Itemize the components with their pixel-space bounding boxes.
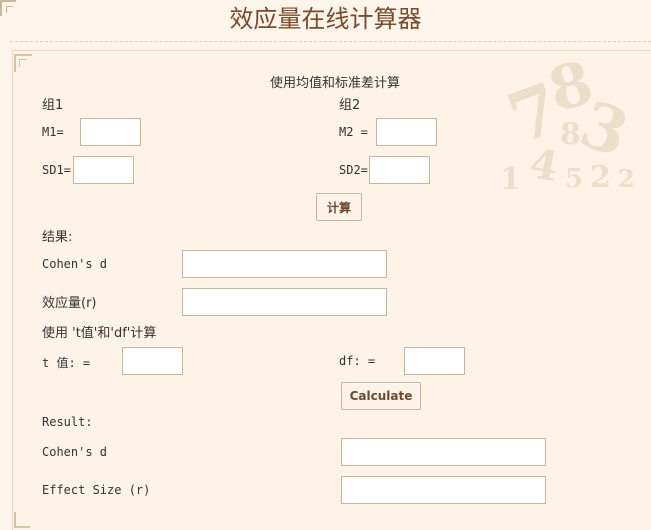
sd2-input[interactable] [369,156,430,184]
section1-heading: 使用均值和标准差计算 [270,76,401,91]
t-value-input[interactable] [122,347,183,375]
t-value-label: t 值: = [42,356,91,370]
panel-corner-ornament [14,54,32,72]
section1-result-label: 结果: [42,230,73,245]
section2-effect-size-output[interactable] [341,476,546,504]
group2-label: 组2 [339,98,361,113]
section1-cohens-d-label: Cohen's d [42,257,108,271]
sd1-input[interactable] [73,156,134,184]
section2-effect-size-label: Effect Size (r) [42,483,151,497]
section2-result-label: Result: [42,415,93,429]
page-title: 效应量在线计算器 [229,5,422,33]
section1-effect-size-label: 效应量(r) [42,296,97,311]
title-divider [10,41,651,42]
m2-input[interactable] [376,118,437,146]
m1-label: M1= [42,125,64,139]
df-input[interactable] [404,347,465,375]
section2-cohens-d-output[interactable] [341,438,546,466]
panel-corner-ornament-bottom [14,512,30,528]
section1-cohens-d-output[interactable] [182,250,387,278]
section1-effect-size-output[interactable] [182,288,387,316]
sd2-label: SD2= [339,163,368,177]
df-label: df: = [339,354,376,368]
calculate-button-en[interactable]: Calculate [341,382,421,410]
m1-input[interactable] [80,118,141,146]
section2-cohens-d-label: Cohen's d [42,445,108,459]
m2-label: M2 = [339,125,368,139]
sd1-label: SD1= [42,163,71,177]
section2-heading: 使用 't值'和'df'计算 [42,326,157,341]
calculator-page: 效应量在线计算器 8 3 2 5 2 7 4 1 8 使用均值和标准差计算 组1… [0,0,651,530]
group1-label: 组1 [42,98,64,113]
calculate-button-cn[interactable]: 计算 [316,193,362,221]
